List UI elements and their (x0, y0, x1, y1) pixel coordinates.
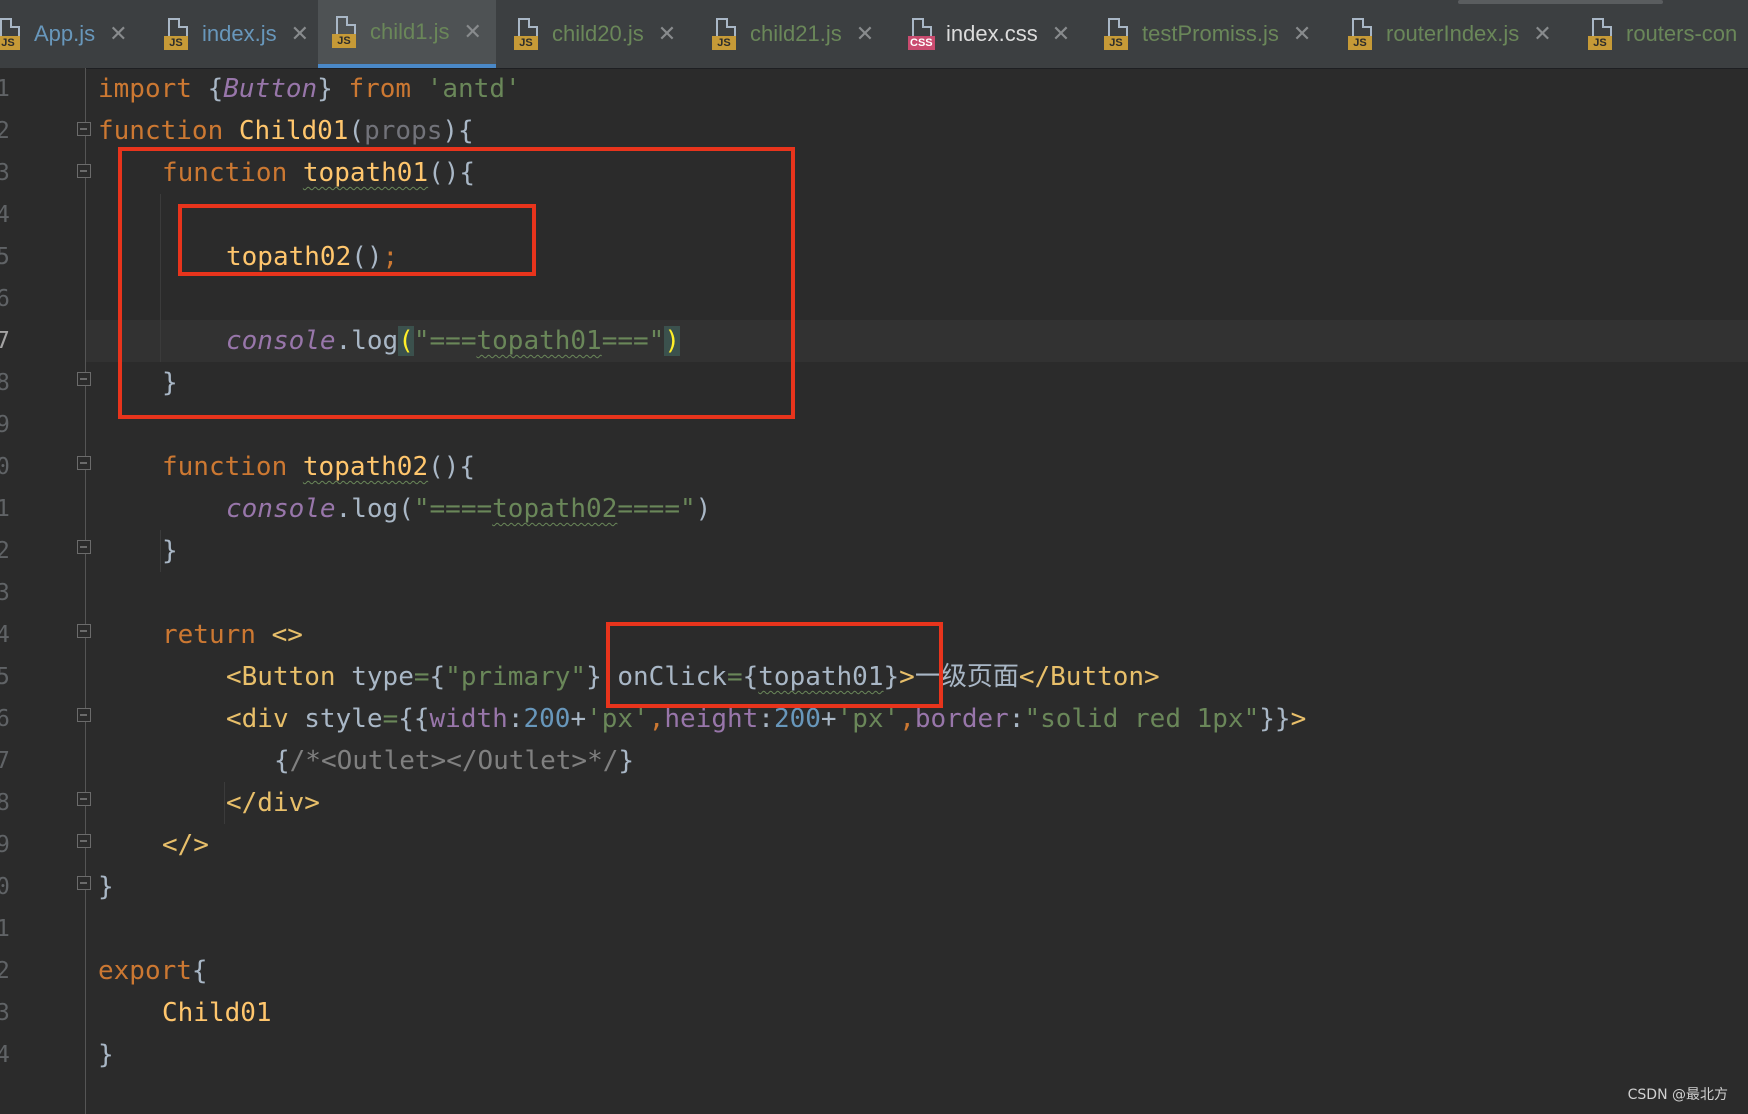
annotation-box-topath01 (118, 147, 795, 419)
tab-index-js[interactable]: JS index.js ✕ (150, 0, 323, 68)
line-number: 5 (0, 664, 10, 690)
line-number: 1 (0, 76, 10, 102)
tab-label: child1.js (370, 19, 450, 44)
js-file-icon: JS (712, 18, 740, 50)
close-icon[interactable]: ✕ (1293, 21, 1311, 47)
line-number: 7 (0, 748, 10, 774)
code-line-23: Child01 (162, 998, 272, 1028)
line-number: 1 (0, 916, 10, 942)
line-number: 9 (0, 832, 10, 858)
code-line-18: </div> (226, 788, 320, 818)
indent-guide (160, 530, 161, 572)
line-number: 3 (0, 1000, 10, 1026)
line-number: 2 (0, 958, 10, 984)
line-number: 3 (0, 160, 10, 186)
js-file-icon: JS (1588, 18, 1616, 50)
js-file-icon: JS (514, 18, 542, 50)
code-line-10: function topath02(){ (162, 452, 476, 482)
line-number: 6 (0, 706, 10, 732)
editor-tab-bar: JS App.js ✕ JS index.js ✕ JS child1.js ✕… (0, 0, 1748, 69)
line-number-current: 7 (0, 328, 10, 354)
line-number: 2 (0, 538, 10, 564)
close-icon[interactable]: ✕ (463, 19, 481, 45)
js-file-icon: JS (1348, 18, 1376, 50)
tab-child21-js[interactable]: JS child21.js ✕ (698, 0, 888, 68)
line-number: 0 (0, 874, 10, 900)
code-line-20: } (98, 872, 114, 902)
line-number: 0 (0, 454, 10, 480)
js-file-icon: JS (164, 18, 192, 50)
close-icon[interactable]: ✕ (109, 21, 127, 47)
close-icon[interactable]: ✕ (1052, 21, 1070, 47)
tab-child20-js[interactable]: JS child20.js ✕ (500, 0, 690, 68)
tab-app-js[interactable]: JS App.js ✕ (0, 0, 142, 68)
line-number: 4 (0, 1042, 10, 1068)
close-icon[interactable]: ✕ (856, 21, 874, 47)
tab-child1-js[interactable]: JS child1.js ✕ (318, 0, 496, 68)
tab-routerindex-js[interactable]: JS routerIndex.js ✕ (1334, 0, 1566, 68)
watermark: CSDN @最北方 (1627, 1087, 1728, 1103)
code-line-11: console.log("====topath02====") (226, 494, 712, 524)
js-file-icon: JS (332, 16, 360, 48)
code-line-12: } (162, 536, 178, 566)
tab-label: index.css (946, 21, 1038, 46)
code-line-22: export{ (98, 956, 208, 986)
line-number: 5 (0, 244, 10, 270)
code-line-2: function Child01(props){ (98, 116, 474, 146)
tab-label: routers-con (1626, 21, 1738, 46)
line-number: 8 (0, 790, 10, 816)
line-number: 9 (0, 412, 10, 438)
line-number: 8 (0, 370, 10, 396)
line-number: 4 (0, 202, 10, 228)
tab-label: App.js (34, 21, 96, 46)
line-number: 1 (0, 496, 10, 522)
tab-label: index.js (202, 21, 277, 46)
line-number: 3 (0, 580, 10, 606)
code-line-19: </> (162, 830, 209, 860)
tab-label: child20.js (552, 21, 644, 46)
line-number: 4 (0, 622, 10, 648)
code-line-17: {/*<Outlet></Outlet>*/} (274, 746, 635, 776)
annotation-box-topath02-call (178, 204, 536, 276)
tab-label: child21.js (750, 21, 842, 46)
indent-guide (224, 782, 225, 824)
annotation-box-onclick (606, 622, 943, 708)
close-icon[interactable]: ✕ (658, 21, 676, 47)
tab-routers-con[interactable]: JS routers-con (1574, 0, 1748, 68)
js-file-icon: JS (0, 18, 24, 50)
js-file-icon: JS (1104, 18, 1132, 50)
line-number-gutter: 1 2 3 4 5 6 7 8 9 0 1 2 3 4 5 6 7 8 9 0 … (0, 68, 86, 1114)
code-line-1: import {Button} from 'antd' (98, 74, 521, 104)
close-icon[interactable]: ✕ (291, 21, 309, 47)
code-line-14: return <> (162, 620, 303, 650)
tab-index-css[interactable]: CSS index.css ✕ (894, 0, 1084, 68)
tab-testpromiss-js[interactable]: JS testPromiss.js ✕ (1090, 0, 1325, 68)
line-number: 6 (0, 286, 10, 312)
close-icon[interactable]: ✕ (1533, 21, 1551, 47)
tab-label: testPromiss.js (1142, 21, 1279, 46)
line-number: 2 (0, 118, 10, 144)
tab-label: routerIndex.js (1386, 21, 1520, 46)
css-file-icon: CSS (908, 18, 936, 50)
code-line-24: } (98, 1040, 114, 1070)
